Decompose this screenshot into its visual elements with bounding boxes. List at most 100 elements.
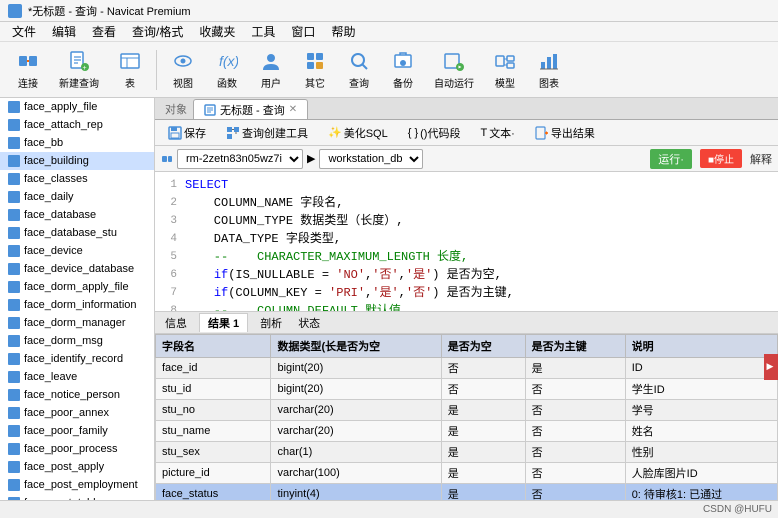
user-button[interactable]: 用户: [251, 46, 291, 94]
menu-help[interactable]: 帮助: [323, 21, 363, 42]
sidebar-item-face-daily[interactable]: face_daily: [0, 188, 154, 206]
sql-line-7: 7 if(COLUMN_KEY = 'PRI','是','否') 是否为主键,: [155, 284, 778, 302]
info-tab[interactable]: 信息: [161, 314, 191, 332]
model-button[interactable]: 模型: [485, 46, 525, 94]
other-button[interactable]: 其它: [295, 46, 335, 94]
cell-type: bigint(20): [271, 358, 441, 379]
function-button[interactable]: f(x) 函数: [207, 46, 247, 94]
cell-type: char(1): [271, 442, 441, 463]
table-icon: [8, 263, 20, 275]
export-results-button[interactable]: 导出结果: [528, 122, 602, 144]
other-label: 其它: [305, 75, 325, 90]
view-icon: [171, 50, 195, 73]
export-icon: [535, 126, 549, 140]
stop-button[interactable]: ■停止: [700, 149, 742, 168]
sidebar-item-face-database[interactable]: face_database: [0, 206, 154, 224]
sidebar-item-face-post-employment[interactable]: face_post_employment: [0, 476, 154, 494]
code-snippet-icon: { }: [408, 127, 418, 139]
table-row[interactable]: stu_id bigint(20) 否 否 学生ID: [156, 379, 778, 400]
col-header-nullable: 是否为空: [441, 335, 525, 358]
auto-run-button[interactable]: 自动运行: [427, 46, 481, 94]
sql-editor[interactable]: 1 SELECT 2 COLUMN_NAME 字段名, 3 COLUMN_TYP…: [155, 172, 778, 312]
menu-query-format[interactable]: 查询/格式: [124, 21, 191, 42]
sidebar-item-face-identify-record[interactable]: face_identify_record: [0, 350, 154, 368]
new-query-button[interactable]: + 新建查询: [52, 46, 106, 94]
text-button[interactable]: T 文本·: [473, 122, 521, 144]
sidebar-item-face-dorm-apply-file[interactable]: face_dorm_apply_file: [0, 278, 154, 296]
beautify-sql-label: 美化SQL: [344, 125, 388, 141]
query-button[interactable]: 查询: [339, 46, 379, 94]
menu-edit[interactable]: 编辑: [44, 21, 84, 42]
sidebar-item-face-post-table[interactable]: face_post_table: [0, 494, 154, 500]
cell-field: stu_id: [156, 379, 271, 400]
menu-tools[interactable]: 工具: [243, 21, 283, 42]
app-icon: [8, 4, 22, 18]
table-row[interactable]: face_status tinyint(4) 是 否 0: 待审核1: 已通过: [156, 484, 778, 501]
sidebar-item-face-database-stu[interactable]: face_database_stu: [0, 224, 154, 242]
sidebar-item-face-bb[interactable]: face_bb: [0, 134, 154, 152]
sidebar-item-face-apply-file[interactable]: face_apply_file: [0, 98, 154, 116]
table-icon: [8, 479, 20, 491]
table-row[interactable]: picture_id varchar(100) 是 否 人脸库图片ID: [156, 463, 778, 484]
connect-icon: [16, 50, 40, 73]
sidebar-item-face-notice-person[interactable]: face_notice_person: [0, 386, 154, 404]
query-builder-button[interactable]: 查询创建工具: [219, 122, 315, 144]
col-header-primary: 是否为主键: [525, 335, 625, 358]
sidebar-item-face-dorm-manager[interactable]: face_dorm_manager: [0, 314, 154, 332]
table-row[interactable]: stu_no varchar(20) 是 否 学号: [156, 400, 778, 421]
connect-button[interactable]: 连接: [8, 46, 48, 94]
cut-tab[interactable]: 剖析: [256, 314, 286, 332]
connection-bar: rm-2zetn83n05wz7i ▶ workstation_db 运行· ■…: [155, 146, 778, 172]
run-button[interactable]: 运行·: [650, 149, 692, 169]
connection-select[interactable]: rm-2zetn83n05wz7i: [177, 149, 303, 169]
sidebar-item-face-post-apply[interactable]: face_post_apply: [0, 458, 154, 476]
cell-type: bigint(20): [271, 379, 441, 400]
window-title: *无标题 - 查询 - Navicat Premium: [28, 3, 191, 19]
table-icon: [8, 299, 20, 311]
cell-primary: 否: [525, 442, 625, 463]
table-icon: [8, 353, 20, 365]
cell-primary: 否: [525, 379, 625, 400]
result1-tab[interactable]: 结果 1: [199, 313, 248, 332]
sql-line-8: 8 -- COLUMN_DEFAULT 默认值,: [155, 302, 778, 312]
query-tab[interactable]: 无标题 - 查询 ✕: [193, 99, 308, 119]
backup-button[interactable]: 备份: [383, 46, 423, 94]
table-row[interactable]: stu_sex char(1) 是 否 性别: [156, 442, 778, 463]
result-area: 信息 结果 1 剖析 状态 字段名 数据类型(长是否为空 是否为空 是否为主键 …: [155, 312, 778, 500]
view-button[interactable]: 视图: [163, 46, 203, 94]
beautify-sql-button[interactable]: ✨ 美化SQL: [321, 122, 395, 144]
code-snippet-label: ()代码段: [420, 125, 460, 141]
database-select[interactable]: workstation_db: [319, 149, 423, 169]
cell-desc: 学生ID: [625, 379, 777, 400]
sidebar-item-face-dorm-msg[interactable]: face_dorm_msg: [0, 332, 154, 350]
save-button[interactable]: 保存: [161, 122, 213, 144]
status-tab[interactable]: 状态: [294, 314, 324, 332]
sidebar-item-face-device-database[interactable]: face_device_database: [0, 260, 154, 278]
tab-close-button[interactable]: ✕: [289, 104, 297, 115]
sidebar-item-face-attach-rep[interactable]: face_attach_rep: [0, 116, 154, 134]
chart-button[interactable]: 图表: [529, 46, 569, 94]
sql-line-6: 6 if(IS_NULLABLE = 'NO','否','是') 是否为空,: [155, 266, 778, 284]
sidebar-item-face-poor-process[interactable]: face_poor_process: [0, 440, 154, 458]
code-snippet-button[interactable]: { } ()代码段: [401, 122, 468, 144]
menu-window[interactable]: 窗口: [283, 21, 323, 42]
sidebar-item-face-leave[interactable]: face_leave: [0, 368, 154, 386]
menu-file[interactable]: 文件: [4, 21, 44, 42]
sidebar-item-face-building[interactable]: face_building: [0, 152, 154, 170]
right-decoration-tab[interactable]: ▶: [764, 354, 778, 380]
table-row[interactable]: face_id bigint(20) 否 是 ID: [156, 358, 778, 379]
sidebar: face_apply_file face_attach_rep face_bb …: [0, 98, 155, 500]
sidebar-item-face-device[interactable]: face_device: [0, 242, 154, 260]
table-button[interactable]: 表: [110, 46, 150, 94]
menu-view[interactable]: 查看: [84, 21, 124, 42]
new-query-icon: +: [67, 50, 91, 73]
sidebar-item-face-dorm-information[interactable]: face_dorm_information: [0, 296, 154, 314]
sidebar-item-face-classes[interactable]: face_classes: [0, 170, 154, 188]
sidebar-item-face-poor-family[interactable]: face_poor_family: [0, 422, 154, 440]
cell-desc: 0: 待审核1: 已通过: [625, 484, 777, 501]
table-row[interactable]: stu_name varchar(20) 是 否 姓名: [156, 421, 778, 442]
sidebar-item-face-poor-annex[interactable]: face_poor_annex: [0, 404, 154, 422]
col-header-field: 字段名: [156, 335, 271, 358]
menu-favorites[interactable]: 收藏夹: [191, 21, 243, 42]
query-tab-label: 无标题 - 查询: [220, 102, 285, 118]
